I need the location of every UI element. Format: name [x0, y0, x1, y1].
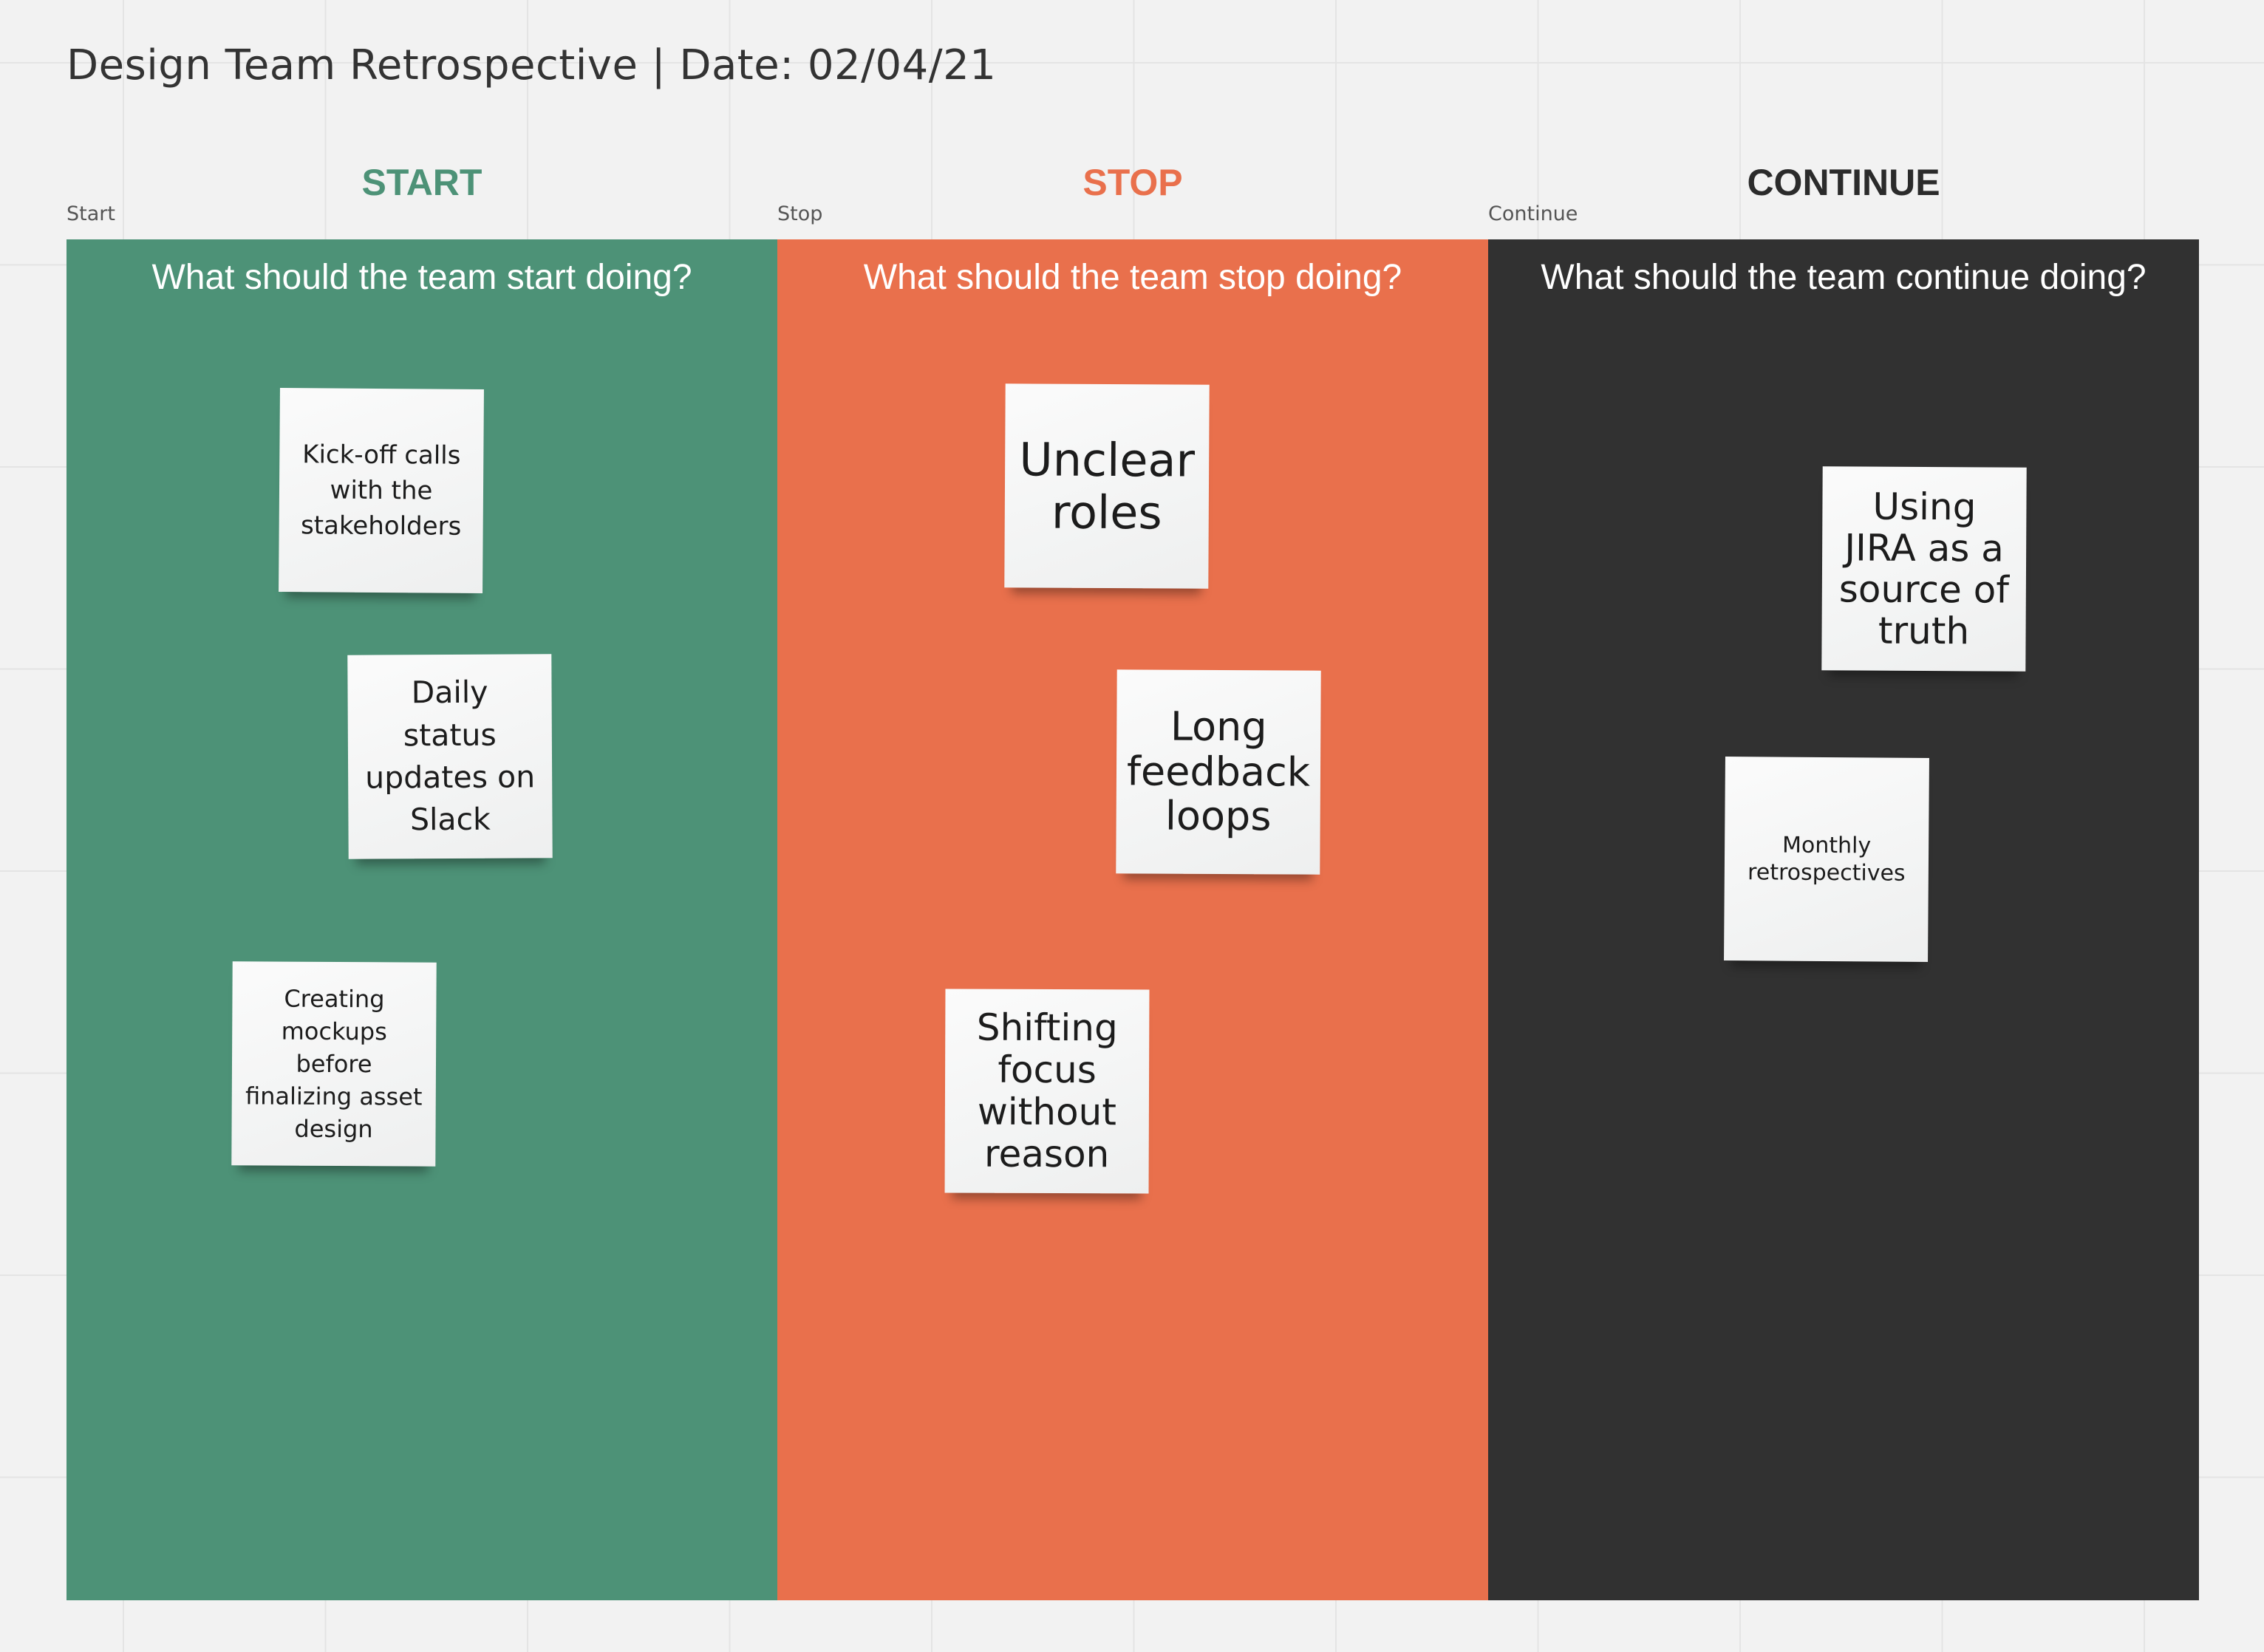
sticky-note-text: Unclear roles [1019, 432, 1196, 540]
continue-column[interactable]: What should the team continue doing? Usi… [1488, 239, 2199, 1600]
sticky-note[interactable]: Long feedback loops [1116, 669, 1321, 875]
sticky-note[interactable]: Daily status updates on Slack [347, 654, 553, 859]
sticky-note-text: Daily status updates on Slack [365, 674, 536, 838]
sticky-note-text: Creating mockups before finalizing asset… [245, 984, 423, 1144]
sticky-note[interactable]: Monthly retrospectives [1724, 757, 1929, 962]
start-header[interactable]: START [67, 161, 777, 204]
sticky-note[interactable]: Shifting focus without reason [944, 989, 1150, 1194]
frame-label-start[interactable]: Start [67, 202, 115, 225]
sticky-note[interactable]: Kick-off calls with the stakeholders [279, 388, 484, 593]
sticky-note-text: Kick-off calls with the stakeholders [300, 439, 462, 542]
sticky-note-text: Monthly retrospectives [1748, 832, 1906, 887]
sticky-note[interactable]: Creating mockups before finalizing asset… [231, 961, 437, 1167]
frame-label-stop[interactable]: Stop [777, 202, 822, 225]
start-question[interactable]: What should the team start doing? [67, 257, 777, 298]
stop-column[interactable]: What should the team stop doing? Unclear… [777, 239, 1488, 1600]
stop-header[interactable]: STOP [777, 161, 1488, 204]
sticky-note[interactable]: Using JIRA as a source of truth [1821, 466, 2027, 672]
continue-header[interactable]: CONTINUE [1488, 161, 2199, 204]
sticky-note[interactable]: Unclear roles [1004, 383, 1210, 589]
stop-question[interactable]: What should the team stop doing? [777, 257, 1488, 298]
continue-question[interactable]: What should the team continue doing? [1488, 257, 2199, 298]
frame-label-continue[interactable]: Continue [1488, 202, 1578, 225]
sticky-note-text: Shifting focus without reason [976, 1006, 1118, 1176]
start-column[interactable]: What should the team start doing? Kick-o… [67, 239, 777, 1600]
sticky-note-text: Using JIRA as a source of truth [1838, 485, 2010, 653]
sticky-note-text: Long feedback loops [1126, 703, 1311, 840]
board-title: Design Team Retrospective | Date: 02/04/… [67, 41, 997, 89]
